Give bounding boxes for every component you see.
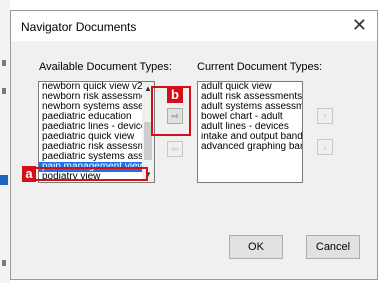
available-list-item[interactable]: rehabilitation episode bbox=[39, 182, 154, 183]
current-list-item[interactable]: advanced graphing band bbox=[198, 142, 302, 152]
available-list-item[interactable]: paediatric education bbox=[39, 112, 154, 122]
available-list-item[interactable]: newborn quick view v2 bbox=[39, 82, 154, 92]
remove-document-button[interactable]: ⇦ bbox=[167, 141, 183, 157]
available-label: Available Document Types: bbox=[39, 61, 172, 73]
background-marker bbox=[2, 88, 6, 94]
callout-label-b: b bbox=[167, 87, 183, 103]
current-list-item[interactable]: adult systems assessment bbox=[198, 102, 302, 112]
title-bar: Navigator Documents ✕ bbox=[11, 11, 377, 41]
current-list-item[interactable]: adult lines - devices bbox=[198, 122, 302, 132]
available-list-item[interactable]: paediatric systems asse bbox=[39, 152, 154, 162]
current-list-item[interactable]: intake and output band bbox=[198, 132, 302, 142]
current-label: Current Document Types: bbox=[197, 61, 323, 73]
background-selection-marker bbox=[0, 175, 8, 185]
arrow-left-icon: ⇦ bbox=[171, 144, 179, 154]
available-list-item[interactable]: newborn systems asse bbox=[39, 102, 154, 112]
close-icon[interactable]: ✕ bbox=[352, 16, 367, 34]
dialog-title: Navigator Documents bbox=[21, 20, 137, 34]
navigator-documents-dialog: Navigator Documents ✕ Available Document… bbox=[10, 10, 378, 280]
current-list-item[interactable]: bowel chart - adult bbox=[198, 112, 302, 122]
available-list-item[interactable]: newborn risk assessme bbox=[39, 92, 154, 102]
arrow-up-icon: ↑ bbox=[322, 111, 328, 121]
move-up-button[interactable]: ↑ bbox=[317, 108, 333, 124]
available-list-item[interactable]: paediatric risk assessm bbox=[39, 142, 154, 152]
background-marker bbox=[2, 60, 6, 66]
current-document-list[interactable]: adult quick view adult risk assessments ad… bbox=[197, 81, 303, 183]
background-window-edge bbox=[0, 0, 10, 283]
background-marker bbox=[2, 260, 6, 266]
current-list-item[interactable]: adult quick view bbox=[198, 82, 302, 92]
arrow-down-icon: ↓ bbox=[322, 142, 328, 152]
current-list-item[interactable]: adult risk assessments bbox=[198, 92, 302, 102]
cancel-button[interactable]: Cancel bbox=[306, 235, 360, 259]
callout-box-a bbox=[33, 167, 148, 181]
move-down-button[interactable]: ↓ bbox=[317, 139, 333, 155]
available-list-item[interactable]: paediatric lines - device bbox=[39, 122, 154, 132]
available-list-item[interactable]: paediatric quick view bbox=[39, 132, 154, 142]
ok-button[interactable]: OK bbox=[229, 235, 283, 259]
current-items: adult quick view adult risk assessments ad… bbox=[198, 82, 302, 152]
